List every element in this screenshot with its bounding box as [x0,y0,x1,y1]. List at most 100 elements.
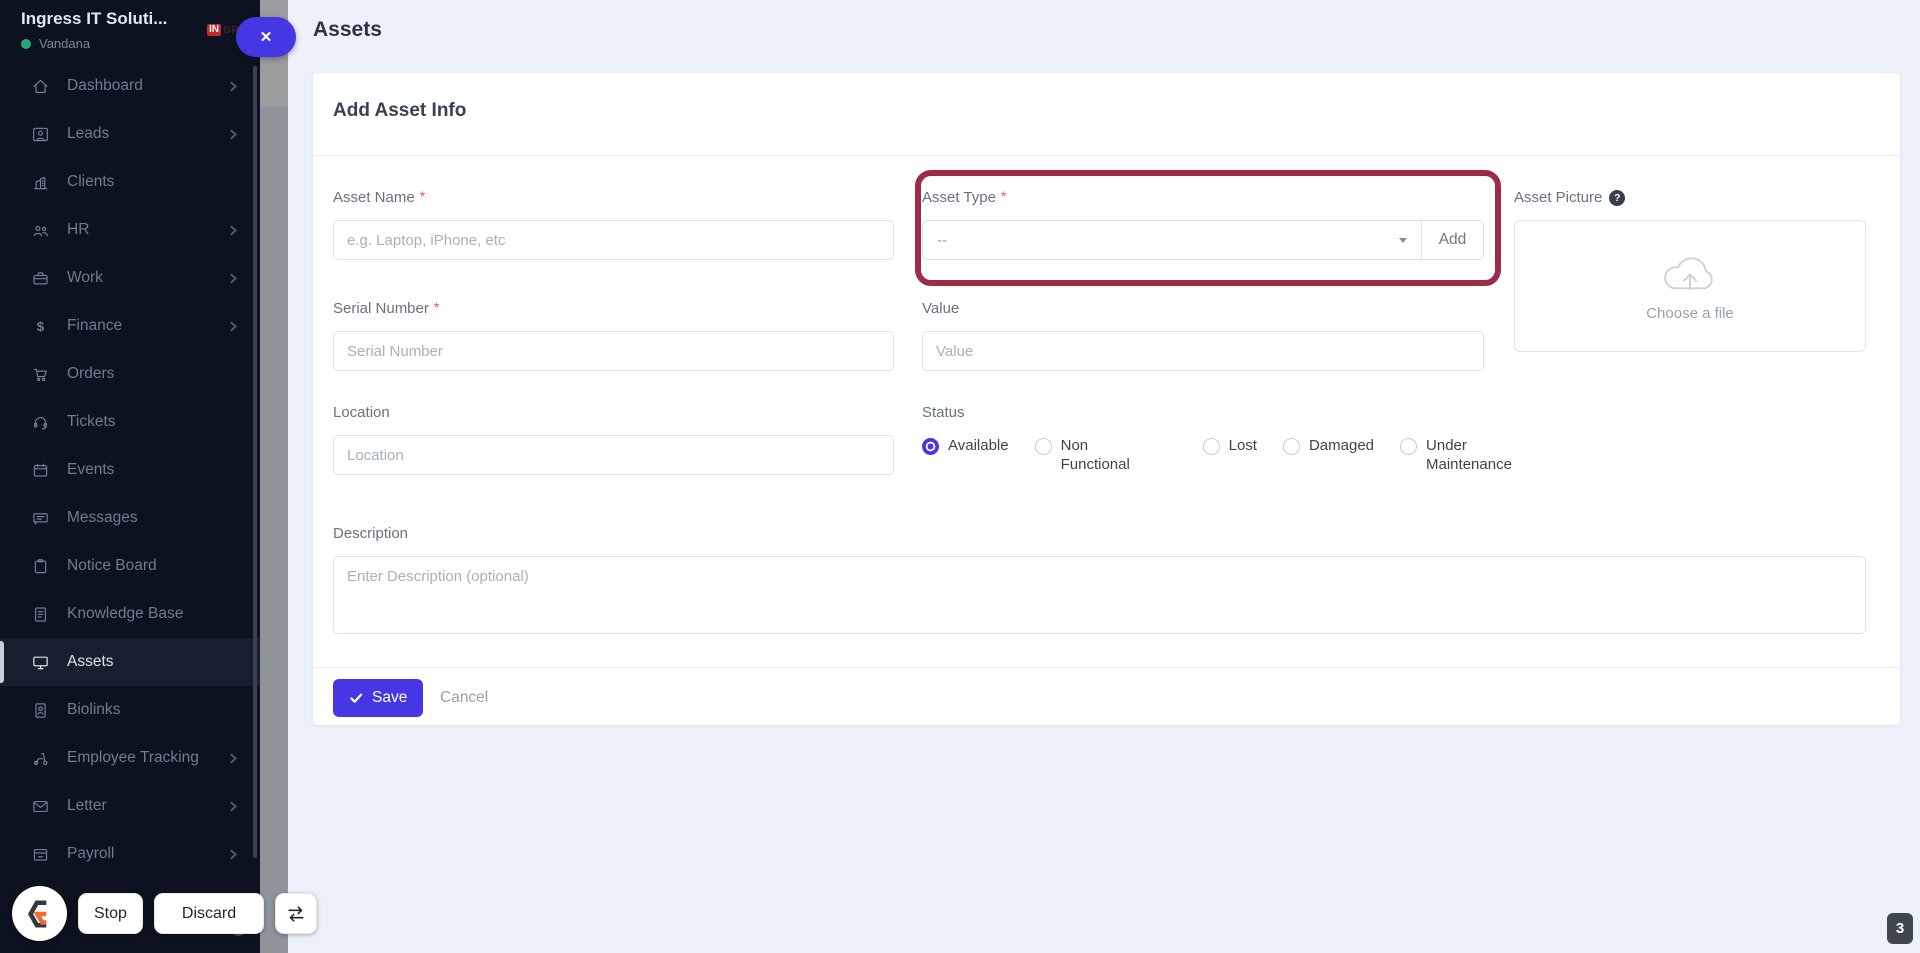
asset-picture-label: Asset Picture [1514,189,1603,206]
sidebar-item-notice-board[interactable]: Notice Board [0,542,260,590]
status-option-label: Available [948,437,1009,454]
value-field: Value [922,300,1484,371]
required-asterisk: * [433,298,440,315]
calendar-icon [30,460,50,480]
payroll-calendar-icon [30,844,50,864]
sidebar-item-label: HR [67,221,90,238]
status-field: Status Available Non Functional Lost Dam… [922,404,1542,475]
close-sidebar-button[interactable]: ✕ [236,17,296,57]
sidebar-item-tickets[interactable]: Tickets [0,398,260,446]
sidebar-item-orders[interactable]: Orders [0,350,260,398]
help-icon[interactable]: ? [1609,189,1626,206]
card-footer-divider [313,667,1900,668]
sidebar-item-payroll[interactable]: Payroll [0,830,260,878]
add-asset-type-button[interactable]: Add [1421,221,1483,259]
online-status-dot [21,38,31,49]
status-option-non-functional[interactable]: Non Functional [1034,437,1131,475]
radio-icon [1282,438,1300,455]
status-option-label: Damaged [1308,437,1375,454]
card-divider [313,155,1900,156]
chevron-right-icon [227,272,240,285]
chevron-right-icon [227,752,240,765]
headset-icon [30,412,50,432]
clipboard-icon [30,556,50,576]
status-option-label: Non Functional [1060,437,1130,473]
radio-icon [1034,438,1052,455]
sidebar-item-clients[interactable]: Clients [0,158,260,206]
status-option-lost[interactable]: Lost [1202,437,1257,456]
building-icon [30,172,50,192]
location-input[interactable] [333,435,894,475]
svg-text:$: $ [36,318,44,333]
user-name: Vandana [39,36,91,51]
sidebar-item-messages[interactable]: Messages [0,494,260,542]
value-input[interactable] [922,331,1484,371]
serial-number-input[interactable] [333,331,894,371]
asset-type-select[interactable]: -- [923,221,1421,259]
swap-arrows-icon [288,905,304,922]
asset-name-field: Asset Name * [333,188,894,260]
id-card-icon [30,700,50,720]
swap-button[interactable] [275,893,318,934]
save-button[interactable]: Save [333,679,424,717]
org-name: Ingress IT Soluti... [21,9,168,28]
sidebar-item-label: Leads [67,125,110,142]
home-icon [30,76,50,96]
sidebar-item-letter[interactable]: Letter [0,782,260,830]
add-asset-card: Add Asset Info Asset Name* Asset Type* -… [313,73,1900,725]
asset-picture-field: Asset Picture ? Choose a file [1514,189,1866,352]
sidebar-item-employee-tracking[interactable]: Employee Tracking [0,734,260,782]
users-icon [30,220,50,240]
sidebar-nav: Dashboard Leads Clients HR Work $ Financ… [0,62,260,878]
sidebar-item-dashboard[interactable]: Dashboard [0,62,260,110]
document-icon [30,604,50,624]
sidebar-item-events[interactable]: Events [0,446,260,494]
sidebar-item-label: Letter [67,797,107,814]
sidebar-item-label: Notice Board [67,557,157,574]
status-option-under-maintenance[interactable]: Under Maintenance [1400,437,1518,475]
cancel-button[interactable]: Cancel [440,689,488,707]
discard-button[interactable]: Discard [153,893,265,934]
status-option-damaged[interactable]: Damaged [1282,437,1375,456]
cloud-upload-icon [1664,257,1713,291]
status-option-label: Under Maintenance [1426,437,1512,473]
asset-picture-upload[interactable]: Choose a file [1514,220,1866,352]
cart-icon [30,364,50,384]
sidebar-item-knowledge-base[interactable]: Knowledge Base [0,590,260,638]
sidebar-scrollbar[interactable] [253,66,257,858]
status-option-available[interactable]: Available [922,437,1009,456]
radio-checked-icon [922,438,939,455]
chevron-right-icon [227,320,240,333]
sidebar-item-hr[interactable]: HR [0,206,260,254]
radio-icon [1400,438,1418,455]
chevron-right-icon [227,848,240,861]
chevron-right-icon [227,80,240,93]
chevron-right-icon [227,800,240,813]
sidebar-item-assets[interactable]: Assets [0,638,260,686]
sidebar-item-label: Work [67,269,103,286]
sidebar-item-work[interactable]: Work [0,254,260,302]
stop-button[interactable]: Stop [78,893,143,934]
app-logo-icon [27,900,46,927]
status-label: Status [922,404,965,421]
sidebar-item-label: Employee Tracking [67,749,199,766]
asset-name-input[interactable] [333,220,894,260]
description-label: Description [333,525,409,542]
sidebar-item-label: Payroll [67,845,115,862]
user-card-icon [30,124,50,144]
page-title: Assets [313,18,382,41]
value-label: Value [922,300,960,317]
sidebar-item-finance[interactable]: $ Finance [0,302,260,350]
location-field: Location [333,404,894,475]
page-number-badge[interactable]: 3 [1887,913,1913,944]
sidebar-item-biolinks[interactable]: Biolinks [0,686,260,734]
description-textarea[interactable] [333,556,1866,634]
serial-number-label: Serial Number [333,300,429,317]
close-icon: ✕ [259,29,273,46]
app-logo[interactable] [12,886,67,941]
choose-file-text: Choose a file [1646,305,1734,322]
serial-number-field: Serial Number * [333,298,894,371]
asset-type-selected-value: -- [937,231,947,249]
sidebar-item-label: Knowledge Base [67,605,184,622]
sidebar-item-leads[interactable]: Leads [0,110,260,158]
